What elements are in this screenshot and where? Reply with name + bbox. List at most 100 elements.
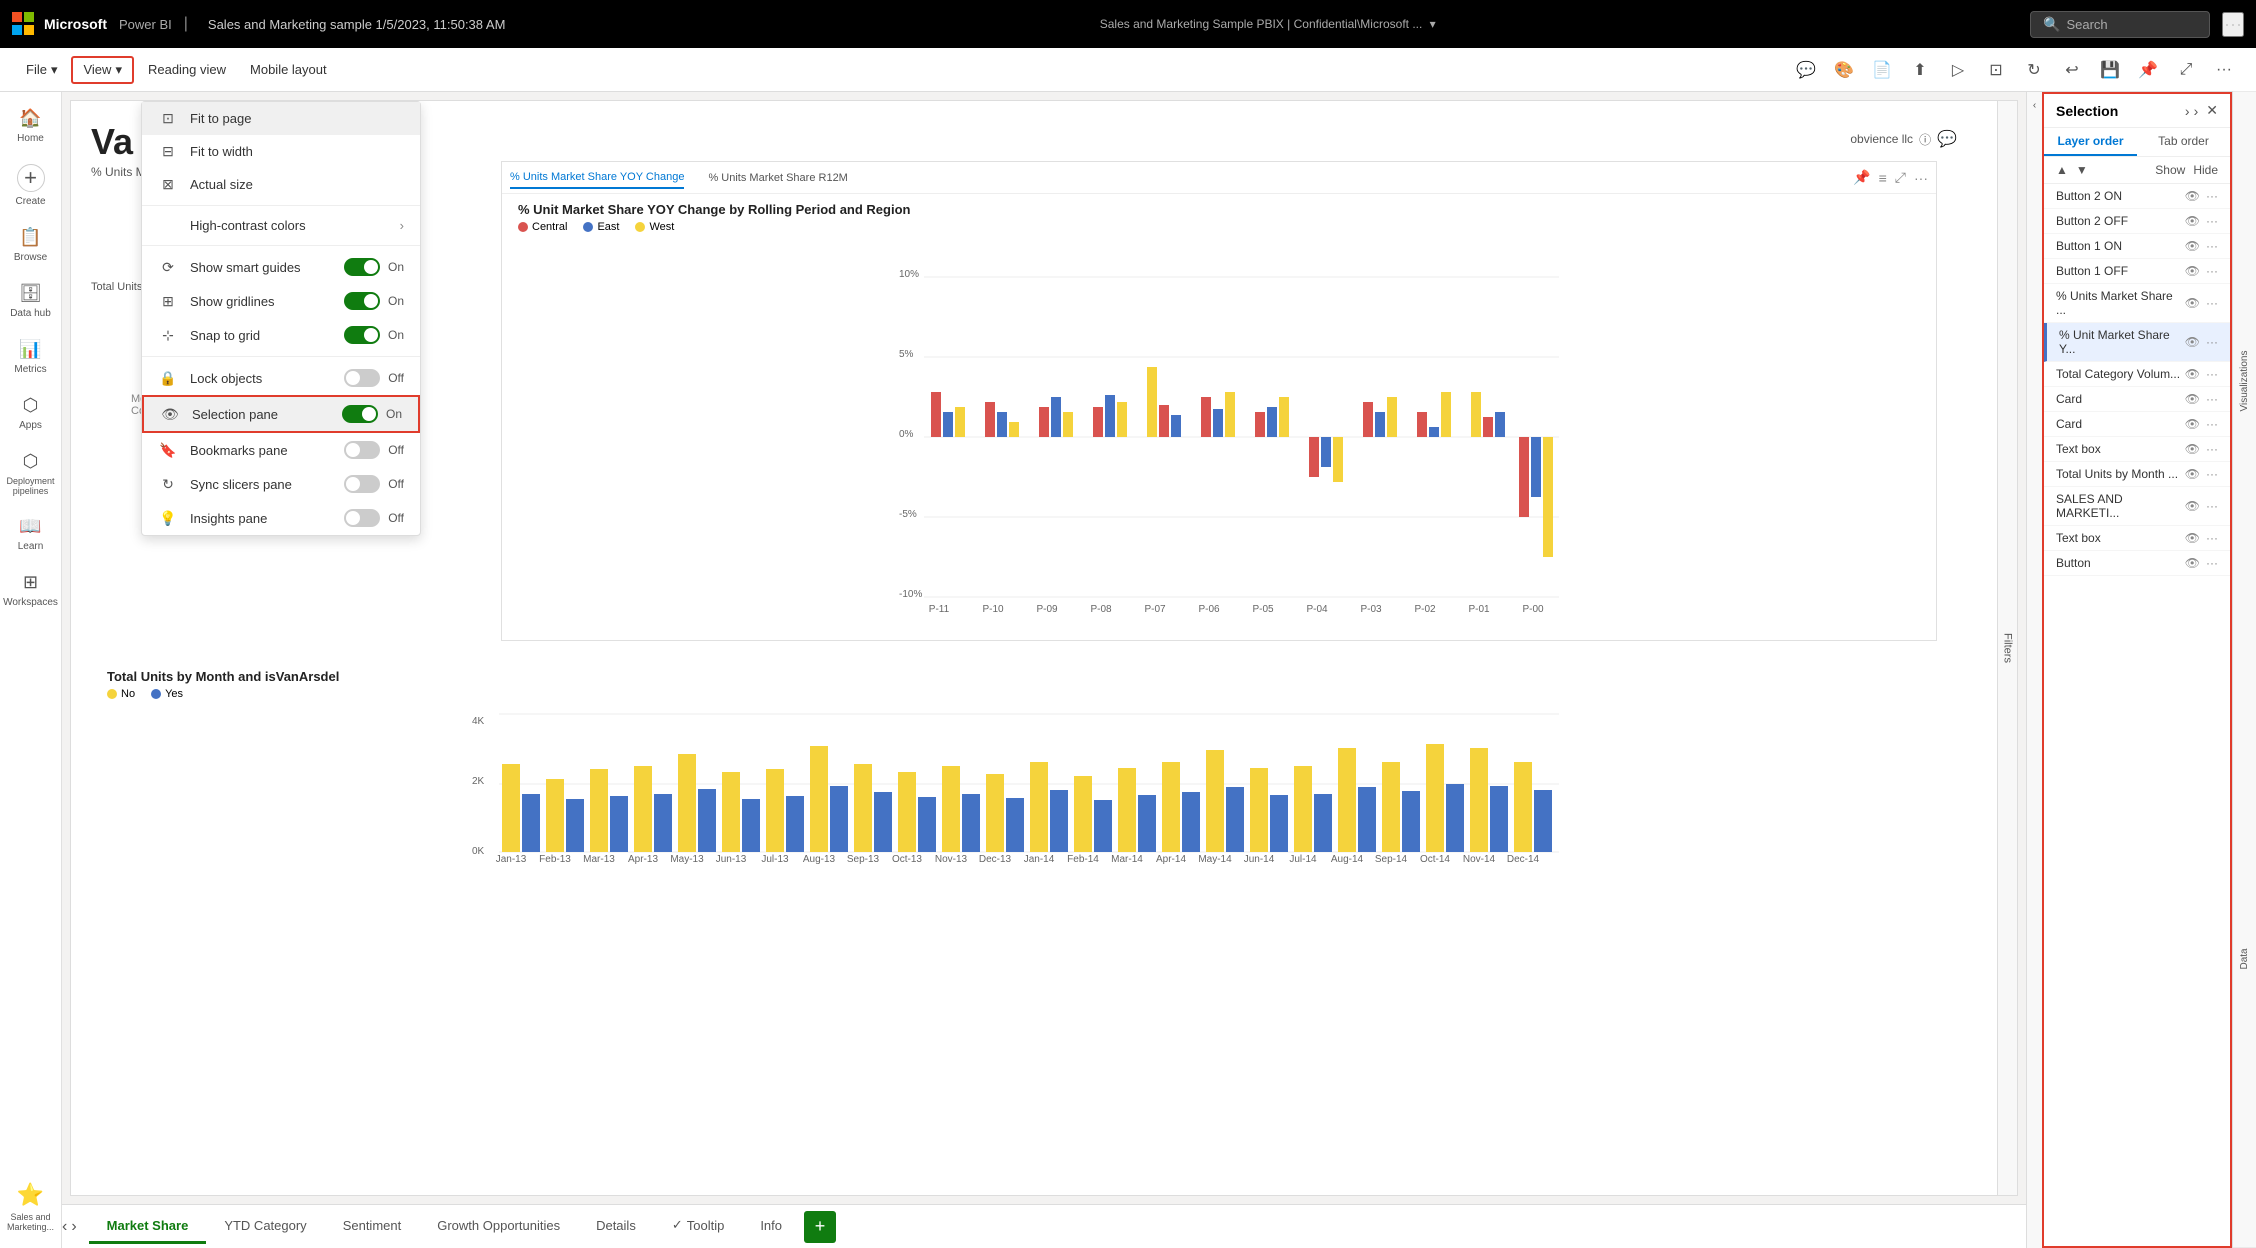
- sidebar-item-deployment[interactable]: ⬡ Deployment pipelines: [3, 443, 59, 504]
- overflow-icon-button[interactable]: ···: [2208, 54, 2240, 86]
- visibility-icon[interactable]: 👁: [2185, 392, 2200, 406]
- visibility-icon[interactable]: 👁: [2185, 556, 2200, 570]
- mobile-layout-button[interactable]: Mobile layout: [240, 58, 337, 81]
- row-more-icon[interactable]: ···: [2206, 214, 2218, 228]
- more-options-button[interactable]: ···: [2222, 12, 2244, 37]
- row-more-icon[interactable]: ···: [2206, 467, 2218, 481]
- visibility-icon[interactable]: 👁: [2185, 417, 2200, 431]
- tab-market-share[interactable]: Market Share: [89, 1210, 207, 1244]
- tab-details[interactable]: Details: [578, 1210, 654, 1244]
- pin-icon-button[interactable]: 📌: [2132, 54, 2164, 86]
- visibility-icon[interactable]: 👁: [2185, 296, 2200, 310]
- visibility-icon[interactable]: 👁: [2185, 442, 2200, 456]
- sidebar-item-create[interactable]: + Create: [3, 156, 59, 215]
- expand-icon-button[interactable]: ⤢: [2170, 54, 2202, 86]
- menu-selection-pane[interactable]: 👁 Selection pane On: [142, 395, 420, 433]
- revert-icon-button[interactable]: ↩: [2056, 54, 2088, 86]
- selection-row-btn2off[interactable]: Button 2 OFF 👁 ···: [2044, 209, 2230, 234]
- data-panel-label[interactable]: Data: [2233, 670, 2256, 1248]
- visibility-icon[interactable]: 👁: [2185, 239, 2200, 253]
- close-panel-icon[interactable]: ✕: [2206, 102, 2218, 119]
- chart1-filter-icon[interactable]: ≡: [1879, 170, 1887, 186]
- reading-view-button[interactable]: Reading view: [138, 58, 236, 81]
- selection-tab-tab[interactable]: Tab order: [2137, 128, 2230, 156]
- row-more-icon[interactable]: ···: [2206, 556, 2218, 570]
- menu-lock-objects[interactable]: 🔒 Lock objects Off: [142, 361, 420, 395]
- sidebar-item-learn[interactable]: 📖 Learn: [3, 508, 59, 560]
- selection-row-btn1off[interactable]: Button 1 OFF 👁 ···: [2044, 259, 2230, 284]
- menu-fit-to-page[interactable]: ⊡ Fit to page: [142, 102, 420, 135]
- selection-row-card1[interactable]: Card 👁 ···: [2044, 387, 2230, 412]
- bookmarks-toggle[interactable]: [344, 441, 380, 459]
- selection-row-btn2on[interactable]: Button 2 ON 👁 ···: [2044, 184, 2230, 209]
- selection-pane-toggle[interactable]: [342, 405, 378, 423]
- chart1-tab1[interactable]: % Units Market Share YOY Change: [510, 167, 684, 189]
- tab-sentiment[interactable]: Sentiment: [325, 1210, 420, 1244]
- chart1-expand-icon[interactable]: ⤢: [1895, 169, 1906, 186]
- sidebar-item-browse[interactable]: 📋 Browse: [3, 219, 59, 271]
- expand-right-icon[interactable]: ›: [2185, 103, 2190, 119]
- row-more-icon[interactable]: ···: [2206, 499, 2218, 513]
- chat-button[interactable]: 💬: [1937, 129, 1957, 149]
- selection-row-textbox2[interactable]: Text box 👁 ···: [2044, 526, 2230, 551]
- visibility-icon[interactable]: 👁: [2185, 499, 2200, 513]
- menu-smart-guides[interactable]: ⟳ Show smart guides On: [142, 250, 420, 284]
- tab-prev-button[interactable]: ‹: [62, 1218, 67, 1236]
- row-more-icon[interactable]: ···: [2206, 442, 2218, 456]
- visibility-icon[interactable]: 👁: [2185, 189, 2200, 203]
- selection-row-units-share[interactable]: % Units Market Share ... 👁 ···: [2044, 284, 2230, 323]
- sidebar-item-sales[interactable]: ⭐ Sales and Marketing...: [3, 1174, 59, 1240]
- format-icon-button[interactable]: 📄: [1866, 54, 1898, 86]
- row-more-icon[interactable]: ···: [2206, 189, 2218, 203]
- selection-row-total-cat[interactable]: Total Category Volum... 👁 ···: [2044, 362, 2230, 387]
- menu-sync-slicers[interactable]: ↻ Sync slicers pane Off: [142, 467, 420, 501]
- theme-icon-button[interactable]: 🎨: [1828, 54, 1860, 86]
- sidebar-item-home[interactable]: 🏠 Home: [3, 100, 59, 152]
- share-icon-button[interactable]: ⬆: [1904, 54, 1936, 86]
- row-more-icon[interactable]: ···: [2206, 239, 2218, 253]
- selection-row-textbox1[interactable]: Text box 👁 ···: [2044, 437, 2230, 462]
- visibility-icon[interactable]: 👁: [2185, 264, 2200, 278]
- menu-actual-size[interactable]: ⊠ Actual size: [142, 168, 420, 201]
- lock-toggle[interactable]: [344, 369, 380, 387]
- tab-info[interactable]: Info: [742, 1210, 800, 1244]
- visibility-icon[interactable]: 👁: [2185, 214, 2200, 228]
- tab-ytd-category[interactable]: YTD Category: [206, 1210, 324, 1244]
- sidebar-item-apps[interactable]: ⬡ Apps: [3, 387, 59, 439]
- row-more-icon[interactable]: ···: [2206, 392, 2218, 406]
- view-menu-button[interactable]: View ▾: [71, 56, 133, 84]
- save-icon-button[interactable]: 💾: [2094, 54, 2126, 86]
- tab-tooltip[interactable]: ✓ Tooltip: [654, 1209, 742, 1244]
- selection-row-sales-marketing[interactable]: SALES AND MARKETI... 👁 ···: [2044, 487, 2230, 526]
- refresh-icon-button[interactable]: ↻: [2018, 54, 2050, 86]
- collapse-panel-button[interactable]: ‹: [2026, 92, 2042, 1248]
- row-more-icon[interactable]: ···: [2206, 296, 2218, 310]
- chart1-more-icon[interactable]: ···: [1914, 170, 1928, 186]
- selection-row-unit-yoy[interactable]: % Unit Market Share Y... 👁 ···: [2044, 323, 2230, 362]
- sidebar-item-metrics[interactable]: 📊 Metrics: [3, 331, 59, 383]
- menu-gridlines[interactable]: ⊞ Show gridlines On: [142, 284, 420, 318]
- tab-growth-opportunities[interactable]: Growth Opportunities: [419, 1210, 578, 1244]
- selection-row-btn1on[interactable]: Button 1 ON 👁 ···: [2044, 234, 2230, 259]
- chart1-pin-icon[interactable]: 📌: [1853, 169, 1870, 186]
- menu-bookmarks[interactable]: 🔖 Bookmarks pane Off: [142, 433, 420, 467]
- selection-row-total-units[interactable]: Total Units by Month ... 👁 ···: [2044, 462, 2230, 487]
- gridlines-toggle[interactable]: [344, 292, 380, 310]
- snap-toggle[interactable]: [344, 326, 380, 344]
- selection-row-card2[interactable]: Card 👁 ···: [2044, 412, 2230, 437]
- visibility-icon[interactable]: 👁: [2185, 531, 2200, 545]
- smart-guides-toggle[interactable]: [344, 258, 380, 276]
- selection-tab-layer[interactable]: Layer order: [2044, 128, 2137, 156]
- fit-icon-button[interactable]: ⊡: [1980, 54, 2012, 86]
- row-more-icon[interactable]: ···: [2206, 417, 2218, 431]
- visibility-icon[interactable]: 👁: [2185, 367, 2200, 381]
- selection-row-button[interactable]: Button 👁 ···: [2044, 551, 2230, 576]
- row-more-icon[interactable]: ···: [2206, 335, 2218, 349]
- add-tab-button[interactable]: +: [804, 1211, 836, 1243]
- expand-further-icon[interactable]: ›: [2194, 103, 2199, 119]
- workspace-dropdown[interactable]: ▾: [1430, 17, 1436, 31]
- insights-toggle[interactable]: [344, 509, 380, 527]
- menu-high-contrast[interactable]: High-contrast colors ›: [142, 210, 420, 241]
- chart1-tab2[interactable]: % Units Market Share R12M: [708, 168, 847, 188]
- sidebar-item-workspaces[interactable]: ⊞ Workspaces: [3, 564, 59, 616]
